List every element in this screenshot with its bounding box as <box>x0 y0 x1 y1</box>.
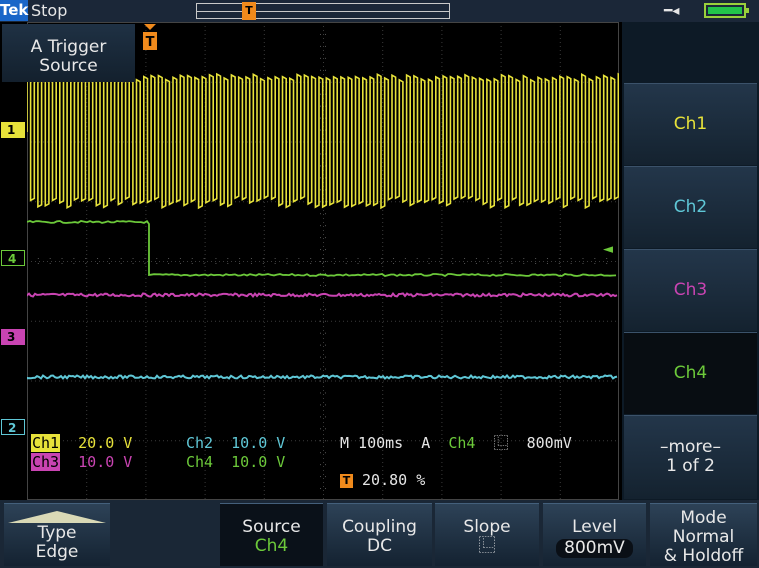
ac-plug-icon: ━◂ <box>664 3 680 19</box>
side-more-label: –more– <box>659 437 722 457</box>
level-label: Level <box>572 517 617 537</box>
trigger-slope-icon: ⿺ <box>493 434 509 452</box>
tek-logo: Tek <box>0 0 29 21</box>
mode-label: Mode <box>680 508 727 528</box>
side-more-button[interactable]: –more– 1 of 2 <box>624 415 757 499</box>
ch2-waveform <box>26 373 618 380</box>
trigger-mode-readout: A <box>421 434 431 452</box>
acquisition-state: Stop <box>31 1 68 20</box>
side-option-ch1-label: Ch1 <box>673 114 708 134</box>
level-value: 800mV <box>556 539 633 558</box>
record-view-bar <box>196 3 450 19</box>
trigger-level-readout: 800mV <box>526 434 572 452</box>
trigger-source-readout: Ch4 <box>448 434 476 452</box>
trigger-position-value: 20.80 % <box>362 471 426 489</box>
ch1-readout: Ch1 20.0 V <box>31 434 132 452</box>
ch2-tag: Ch2 <box>186 434 214 452</box>
bottom-coupling-button[interactable]: Coupling DC <box>327 503 432 566</box>
side-option-ch3-label: Ch3 <box>673 280 708 300</box>
side-option-ch2[interactable]: Ch2 <box>624 166 757 248</box>
ch4-waveform <box>26 220 617 278</box>
graticule <box>26 22 623 501</box>
ch3-waveform <box>26 291 618 299</box>
ch1-scale: 20.0 V <box>78 434 133 452</box>
mode-value: Normal <box>672 527 735 547</box>
coupling-value: DC <box>367 536 392 556</box>
ch4-ground-marker[interactable]: 4 <box>1 250 25 266</box>
popup-arrow-icon <box>8 511 106 523</box>
ch4-marker-label: 4 <box>8 252 17 266</box>
type-label: Type <box>37 523 77 543</box>
source-value: Ch4 <box>254 536 289 556</box>
ch4-scale: 10.0 V <box>231 453 286 471</box>
mode-holdoff: & Holdoff <box>663 546 744 566</box>
bottom-level-button[interactable]: Level 800mV <box>543 503 646 566</box>
side-option-ch1[interactable]: Ch1 <box>624 83 757 165</box>
side-option-ch4-label: Ch4 <box>673 363 708 383</box>
ch2-readout: Ch2 10.0 V <box>186 434 285 452</box>
ch1-tag: Ch1 <box>31 434 61 452</box>
side-menu-title-line2: Source <box>39 56 98 76</box>
timebase-readout: M 100ms <box>340 434 404 452</box>
side-more-page: 1 of 2 <box>666 456 715 476</box>
timebase-trigger-readout: M 100ms A Ch4 ⿺ 800mV <box>340 434 572 452</box>
bottom-source-button[interactable]: Source Ch4 <box>220 503 323 566</box>
ch3-tag: Ch3 <box>31 453 61 471</box>
ch1-ground-marker[interactable]: 1 <box>1 122 25 138</box>
bottom-mode-button[interactable]: Mode Normal & Holdoff <box>650 503 757 566</box>
type-value: Edge <box>35 542 79 562</box>
ch4-tag: Ch4 <box>186 453 214 471</box>
slope-falling-icon: ⿺ <box>478 536 496 556</box>
bottom-slope-button[interactable]: Slope ⿺ <box>435 503 539 566</box>
side-option-ch2-label: Ch2 <box>673 197 708 217</box>
ch4-readout: Ch4 10.0 V <box>186 453 285 471</box>
ch2-ground-marker[interactable]: 2 <box>1 419 25 435</box>
ch1-marker-label: 1 <box>7 123 16 137</box>
ch3-ground-marker[interactable]: 3 <box>1 329 25 345</box>
side-option-ch3[interactable]: Ch3 <box>624 249 757 331</box>
ch3-scale: 10.0 V <box>78 453 133 471</box>
trigger-position-marker: T <box>143 24 157 50</box>
ch1-waveform <box>26 72 623 210</box>
trigger-position-readout: T 20.80 % <box>340 471 425 489</box>
slope-label: Slope <box>463 517 511 537</box>
ch2-scale: 10.0 V <box>231 434 286 452</box>
bottom-type-button[interactable]: Type Edge <box>4 503 110 566</box>
trigger-position-icon: T <box>340 474 353 488</box>
side-option-ch4[interactable]: Ch4 <box>624 332 757 414</box>
ch3-readout: Ch3 10.0 V <box>31 453 132 471</box>
side-menu-title: A Trigger Source <box>2 24 135 82</box>
waveform-display <box>26 22 623 501</box>
battery-icon <box>704 3 749 18</box>
trigger-level-arrow: ◄ <box>603 242 613 257</box>
ch3-marker-label: 3 <box>7 330 16 344</box>
side-menu-title-line1: A Trigger <box>30 37 107 57</box>
coupling-label: Coupling <box>342 517 417 537</box>
source-label: Source <box>242 517 301 537</box>
trigger-marker-label: T <box>146 35 155 50</box>
ch2-marker-label: 2 <box>8 421 17 435</box>
record-trigger-marker: T <box>242 2 256 20</box>
